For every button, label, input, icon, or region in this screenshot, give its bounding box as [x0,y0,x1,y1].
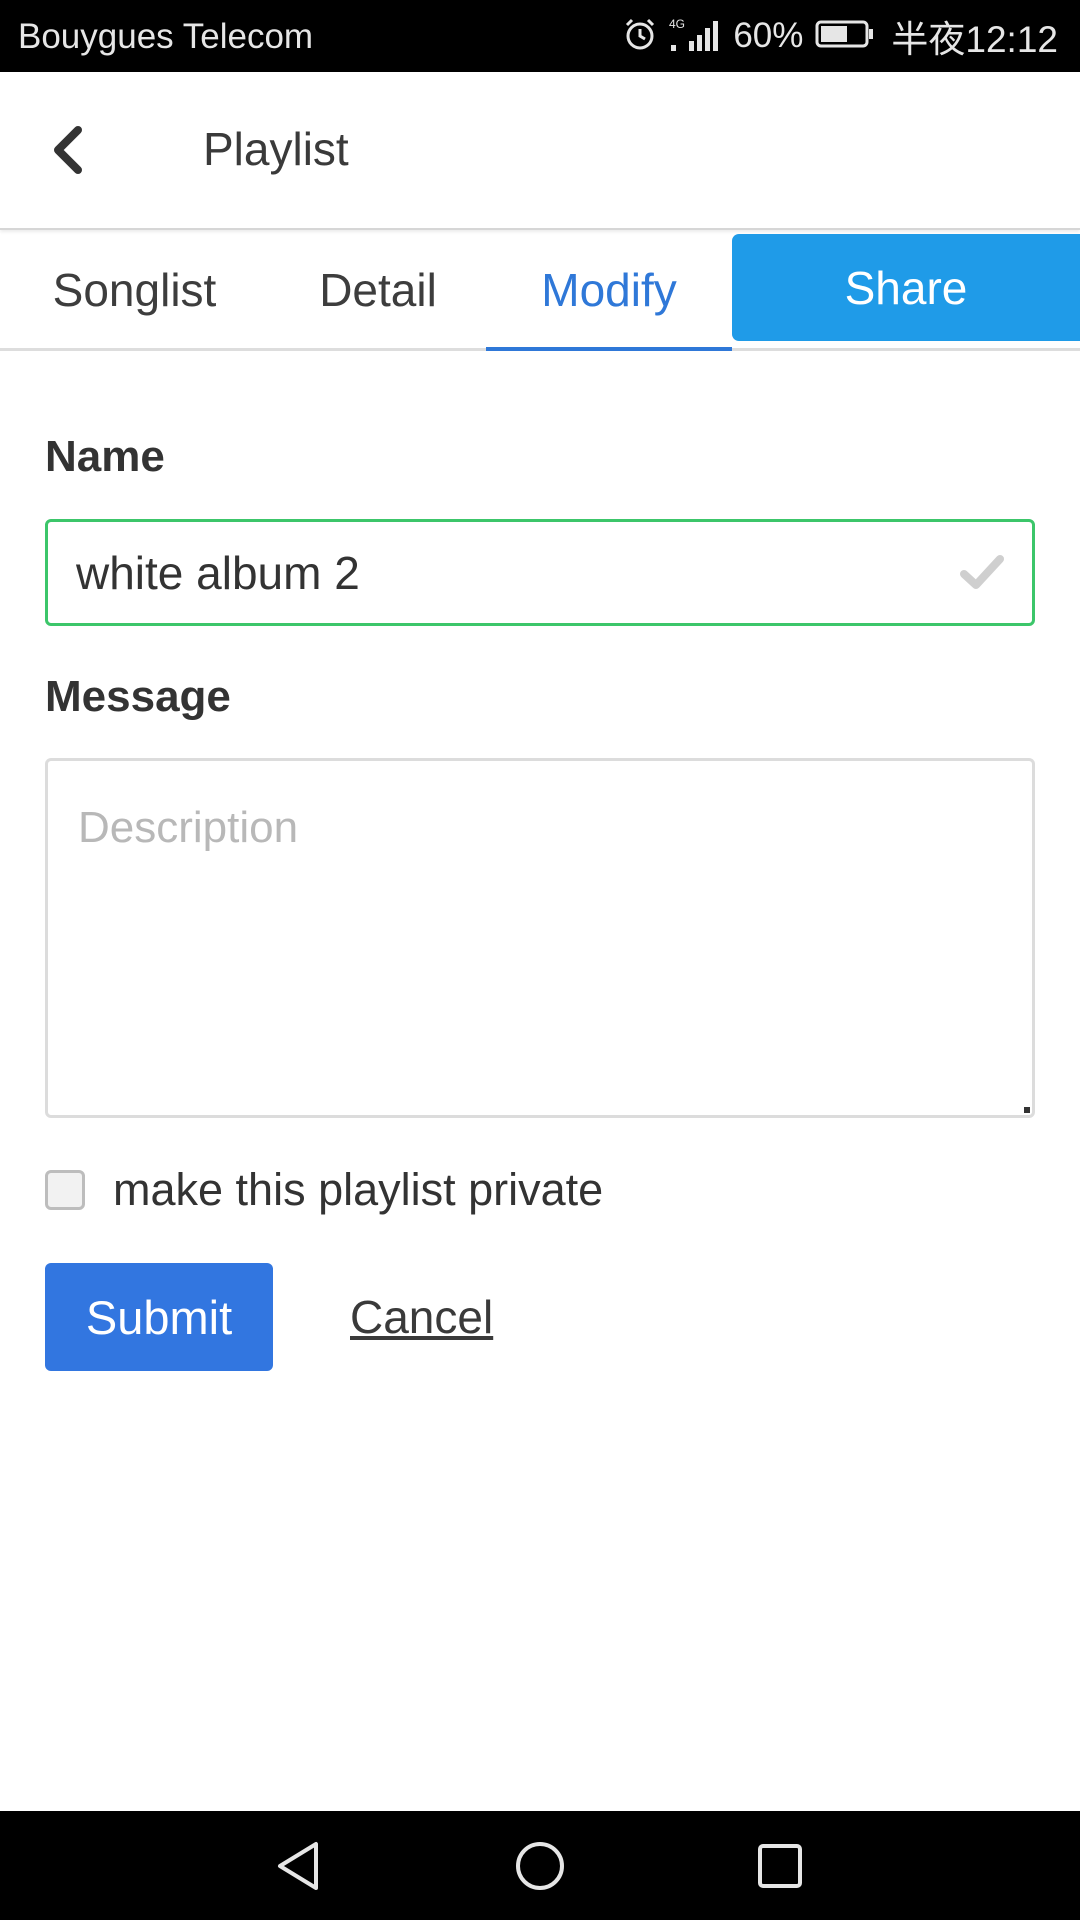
signal-icon: 4G [669,15,721,58]
battery-icon [815,19,875,54]
nav-back-icon [278,1842,318,1890]
nav-home-icon [516,1842,564,1890]
app-header: Playlist [0,72,1080,230]
tab-songlist[interactable]: Songlist [22,232,247,348]
resize-handle[interactable] [1024,1107,1030,1113]
submit-button[interactable]: Submit [45,1263,273,1371]
message-field [45,758,1035,1118]
battery-percent: 60% [733,16,804,55]
tab-bar: Songlist Detail Modify Share [0,232,1080,351]
message-label: Message [45,672,231,721]
status-bar: Bouygues Telecom 4G 60% 半夜12:12 [0,0,1080,72]
name-input[interactable] [48,522,948,623]
carrier-name: Bouygues Telecom [18,17,314,56]
nav-home-button[interactable] [510,1836,570,1896]
private-checkbox[interactable] [45,1170,85,1210]
nav-back-button[interactable] [270,1836,330,1896]
tab-share[interactable]: Share [732,234,1080,341]
checkmark-icon [960,555,1004,589]
cancel-link[interactable]: Cancel [350,1290,493,1344]
status-icons: 4G 60% 半夜12:12 [611,0,1058,72]
private-label[interactable]: make this playlist private [113,1164,603,1216]
name-field [45,519,1035,626]
nav-recents-button[interactable] [750,1836,810,1896]
name-label: Name [45,432,165,481]
network-type: 4G [669,17,685,31]
clock: 半夜12:12 [891,19,1058,60]
page-title: Playlist [203,123,349,175]
system-nav-bar [0,1811,1080,1920]
nav-recents-icon [758,1844,802,1888]
alarm-icon [623,17,657,56]
back-button[interactable] [30,112,106,188]
private-option: make this playlist private [45,1160,603,1220]
tab-detail[interactable]: Detail [268,232,488,348]
message-textarea[interactable] [48,761,1032,1115]
tab-modify[interactable]: Modify [486,232,732,351]
chevron-left-icon [54,126,82,174]
